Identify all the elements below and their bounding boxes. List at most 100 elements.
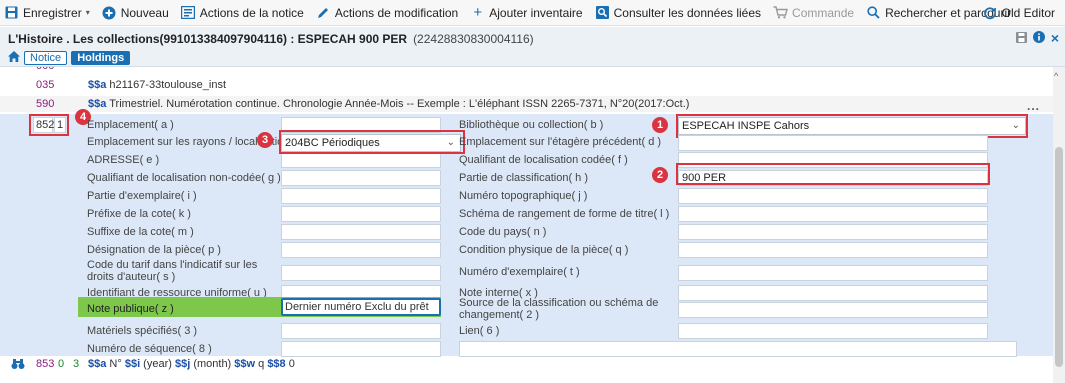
field-852-editor: 852 1 4 Emplacement( a ) Emplacement sur…	[0, 99, 1053, 357]
empty-extra-input[interactable]	[459, 341, 1017, 357]
marc-tag: 035	[36, 79, 55, 91]
search-icon	[866, 5, 881, 20]
label-call-prefix-k: Préfixe de la cote( k )	[87, 208, 191, 220]
piece-designation-input[interactable]	[281, 242, 441, 258]
subfield-value: q	[255, 358, 268, 370]
record-title-text: L'Histoire . Les collections(99101338409…	[8, 32, 408, 46]
record-tabs: Notice Holdings	[8, 51, 131, 65]
save-button[interactable]: Enregistrer ▾	[0, 0, 96, 26]
label-shelving-location-c: Emplacement sur les rayons / localisatio…	[87, 136, 309, 148]
label-item-part-i: Partie d'exemplaire( i )	[87, 190, 197, 202]
classification-source-input[interactable]	[678, 302, 988, 318]
subfield-value: 0	[285, 358, 295, 370]
badge-3: 3	[257, 132, 273, 148]
sequence-input[interactable]	[281, 341, 441, 357]
notice-actions-button[interactable]: Actions de la notice	[175, 0, 310, 26]
label-public-note-z: Note publique( z )	[87, 303, 174, 315]
close-icon[interactable]: ×	[1051, 31, 1059, 45]
materials-input[interactable]	[281, 323, 441, 339]
linked-data-button[interactable]: Consulter les données liées	[589, 0, 767, 26]
subfield-code: $$a	[88, 98, 107, 110]
record-content: 000 035 $$a h21167-33toulouse_inst 590 $…	[0, 67, 1053, 383]
new-button[interactable]: Nouveau	[96, 0, 175, 26]
label-classification-part-h: Partie de classification( h )	[459, 172, 588, 184]
marc-value: $$a N° $$i (year) $$j (month) $$w q $$8 …	[88, 358, 295, 370]
shelf-number-input[interactable]	[678, 188, 988, 204]
plus-icon: +	[473, 4, 483, 21]
address-e-input[interactable]	[281, 152, 441, 168]
copy-number-input[interactable]	[678, 265, 988, 281]
header-actions: ×	[1015, 31, 1059, 46]
label-country-code-n: Code du pays( n )	[459, 226, 547, 238]
subfield-value: N°	[106, 358, 125, 370]
scrollbar-thumb[interactable]	[1055, 147, 1063, 367]
item-part-input[interactable]	[281, 188, 441, 204]
plus-circle-icon	[102, 5, 117, 20]
marc-tag: 853	[36, 358, 55, 370]
record-icon	[181, 5, 196, 20]
add-inventory-button[interactable]: + Ajouter inventaire	[464, 0, 588, 26]
save-label: Enregistrer	[23, 5, 82, 20]
indicator-2: 3	[73, 358, 80, 370]
subfield-value: Trimestriel. Numérotation continue. Chro…	[106, 98, 690, 110]
label-materials-3: Matériels spécifiés( 3 )	[87, 325, 198, 337]
home-icon[interactable]	[8, 51, 20, 65]
tab-holdings[interactable]: Holdings	[71, 51, 131, 65]
new-label: Nouveau	[120, 5, 169, 20]
label-copyright-code-s: Code du tarif dans l'indicatif sur les d…	[87, 259, 258, 283]
subfield-code: $$8	[267, 358, 286, 370]
old-editor-button[interactable]: Old Editor	[977, 0, 1061, 26]
highlight-box-2	[676, 163, 990, 185]
label-piece-designation-p: Désignation de la pièce( p )	[87, 244, 221, 256]
refresh-icon	[983, 6, 998, 21]
public-note-field: Dernier numéro Exclu du prêt	[281, 297, 441, 317]
subfield-code: $$a	[88, 79, 107, 91]
label-call-suffix-m: Suffixe de la cote( m )	[87, 226, 194, 238]
save-disk-icon[interactable]	[1015, 31, 1027, 46]
previous-shelf-input[interactable]	[678, 135, 988, 151]
save-icon	[4, 5, 19, 20]
binoculars-icon[interactable]	[11, 358, 25, 373]
linked-data-icon	[595, 5, 610, 20]
highlight-box-4	[29, 114, 69, 136]
copyright-code-input[interactable]	[281, 265, 441, 281]
label-shelf-number-j: Numéro topographique( j )	[459, 190, 588, 202]
country-code-input[interactable]	[678, 224, 988, 240]
link-input[interactable]	[678, 323, 988, 339]
public-note-input[interactable]: Dernier numéro Exclu du prêt	[281, 298, 441, 316]
scroll-up-icon[interactable]: ^	[1054, 71, 1058, 81]
record-header: L'Histoire . Les collections(99101338409…	[0, 27, 1065, 67]
call-suffix-input[interactable]	[281, 224, 441, 240]
subfield-code: $$w	[234, 358, 256, 370]
edit-actions-button[interactable]: Actions de modification	[310, 0, 464, 26]
marc-row[interactable]: 000	[0, 67, 1053, 70]
marc-row[interactable]: 590 $$a Trimestriel. Numérotation contin…	[0, 96, 1053, 112]
vertical-scrollbar[interactable]: ^	[1053, 67, 1065, 383]
info-icon[interactable]	[1032, 31, 1045, 46]
marc-row[interactable]: 035 $$a h21167-33toulouse_inst	[0, 77, 1053, 93]
marc-row-853[interactable]: 853 0 3 $$a N° $$i (year) $$j (month) $$…	[0, 356, 1053, 372]
label-coded-qualifier-f: Qualifiant de localisation codée( f )	[459, 154, 628, 166]
label-noncoded-qualifier-g: Qualifiant de localisation non-codée( g …	[87, 172, 281, 184]
record-title: L'Histoire . Les collections(99101338409…	[8, 32, 534, 46]
label-link-6: Lien( 6 )	[459, 325, 500, 337]
label-copy-number-t: Numéro d'exemplaire( t )	[459, 266, 580, 278]
order-button[interactable]: Commande	[767, 0, 860, 26]
cart-icon	[773, 5, 788, 20]
noncoded-qualifier-input[interactable]	[281, 170, 441, 186]
physical-condition-input[interactable]	[678, 242, 988, 258]
toolbar: Enregistrer ▾ Nouveau Actions de la noti…	[0, 0, 1065, 26]
subfield-value: (month)	[190, 358, 235, 370]
title-scheme-input[interactable]	[678, 206, 988, 222]
order-label: Commande	[792, 5, 855, 20]
highlight-box-3	[279, 130, 465, 154]
marc-tag: 000	[36, 67, 54, 70]
label-address-e: ADRESSE( e )	[87, 154, 160, 166]
more-options-icon[interactable]: ...	[1027, 99, 1040, 113]
call-prefix-input[interactable]	[281, 206, 441, 222]
old-editor-label: Old Editor	[1001, 6, 1055, 20]
internal-note-input[interactable]	[678, 285, 988, 301]
subfield-code: $$j	[174, 358, 191, 370]
tab-notice[interactable]: Notice	[24, 51, 68, 65]
linked-data-label: Consulter les données liées	[613, 5, 762, 20]
